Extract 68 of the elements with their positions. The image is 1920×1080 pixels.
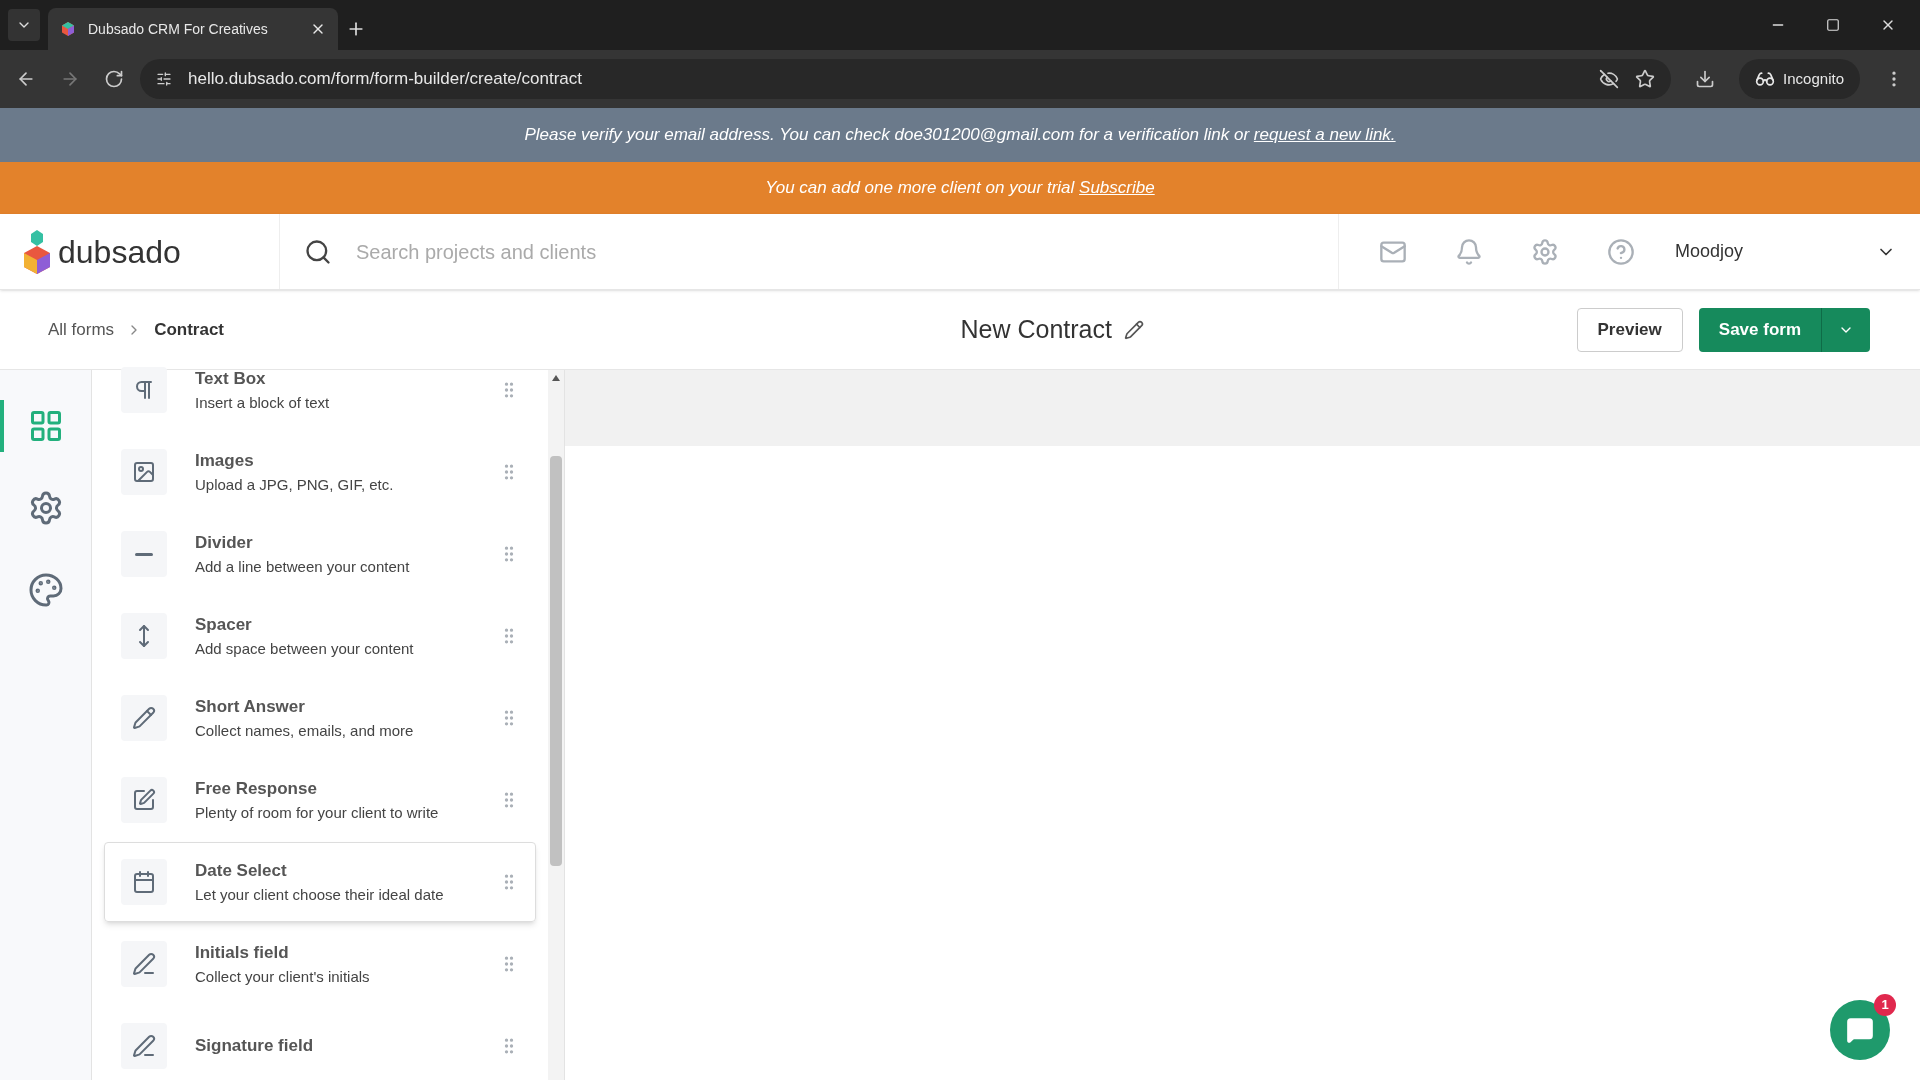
verify-message: Please verify your email address. You can check doe301200@gmail.com for a verification link or request a new link. — [524, 124, 1396, 147]
incognito-icon — [1755, 69, 1776, 89]
element-description: Upload a JPG, PNG, GIF, etc. — [195, 474, 395, 495]
pencil-icon[interactable] — [1124, 319, 1144, 340]
element-title: Text Box — [195, 368, 267, 390]
element-description: Insert a block of text — [195, 392, 331, 413]
address-bar[interactable]: hello.dubsado.com/form/form-builder/create/contract — [140, 59, 1672, 99]
scroll-up-icon[interactable] — [552, 374, 560, 382]
element-title: Free Response — [195, 778, 318, 800]
element-item[interactable]: Free Response Plenty of room for your client to write — [104, 760, 536, 840]
pen-icon — [132, 1034, 156, 1058]
save-form-button[interactable]: Save form — [1698, 307, 1821, 352]
logo-icon — [24, 229, 50, 274]
download-icon[interactable] — [1695, 69, 1716, 89]
element-item[interactable]: Initials field Collect your client's initials — [104, 924, 536, 1004]
minus-icon — [135, 552, 153, 556]
pen-icon — [132, 952, 156, 976]
chat-button[interactable] — [1830, 1000, 1890, 1060]
form-title: New Contract — [960, 313, 1112, 345]
element-title: Signature field — [195, 1035, 315, 1058]
preview-button[interactable]: Preview — [1576, 307, 1683, 352]
tab-list-button[interactable] — [8, 9, 40, 41]
element-title: Spacer — [195, 614, 253, 636]
element-title: Short Answer — [195, 696, 306, 718]
element-description: Add space between your content — [195, 638, 415, 659]
breadcrumb-current: Contract — [154, 318, 225, 341]
element-item[interactable]: Divider Add a line between your content — [104, 514, 536, 594]
element-item[interactable]: Date Select Let your client choose their ideal date — [104, 842, 536, 922]
save-options-button[interactable] — [1821, 307, 1870, 352]
calendar-icon — [132, 870, 156, 894]
element-item[interactable]: Signature field — [104, 1006, 536, 1080]
image-icon — [132, 460, 156, 484]
search-field[interactable]: Search projects and clients — [356, 236, 1338, 267]
breadcrumb-link[interactable]: All forms — [48, 316, 115, 343]
chat-icon — [1846, 1016, 1874, 1044]
reload-icon[interactable] — [104, 69, 124, 89]
new-link-link[interactable]: request a new link. — [1253, 125, 1396, 145]
trial-message: You can add one more client on your trial Subscribe — [765, 177, 1155, 200]
scrollbar[interactable] — [548, 370, 564, 1080]
logo-text: dubsado — [58, 232, 181, 272]
tab-title: Dubsado CRM For Creatives — [88, 19, 269, 39]
element-title: Date Select — [195, 860, 288, 882]
notification-badge: 1 — [1874, 994, 1896, 1016]
palette-icon — [27, 572, 64, 608]
star-icon[interactable] — [1635, 69, 1656, 89]
edit-icon — [132, 788, 156, 812]
element-description: Collect your client's initials — [195, 966, 371, 987]
url-text: hello.dubsado.com/form/form-builder/create/contract — [188, 68, 583, 91]
search-icon — [304, 237, 332, 266]
element-title: Images — [195, 450, 255, 472]
element-item[interactable]: Spacer Add space between your content — [104, 596, 536, 676]
restore-icon[interactable] — [1826, 18, 1840, 32]
site-settings-icon[interactable] — [156, 71, 172, 87]
element-title: Initials field — [195, 942, 290, 964]
element-description: Let your client choose their ideal date — [195, 884, 445, 905]
element-description: Plenty of room for your client to write — [195, 802, 440, 823]
element-item[interactable]: Images Upload a JPG, PNG, GIF, etc. — [104, 432, 536, 512]
browser-tab[interactable]: Dubsado CRM For Creatives — [48, 8, 338, 50]
element-item[interactable]: Short Answer Collect names, emails, and more — [104, 678, 536, 758]
incognito-chip[interactable]: Incognito — [1739, 59, 1860, 99]
element-description: Add a line between your content — [195, 556, 411, 577]
element-title: Divider — [195, 532, 254, 554]
user-menu[interactable]: Moodjoy — [1675, 238, 1920, 265]
element-item[interactable]: Text Box Insert a block of text — [104, 350, 536, 430]
element-description: Collect names, emails, and more — [195, 720, 415, 741]
eye-off-icon[interactable] — [1599, 69, 1620, 89]
pencil-icon — [132, 706, 156, 730]
logo-icon — [60, 21, 76, 37]
